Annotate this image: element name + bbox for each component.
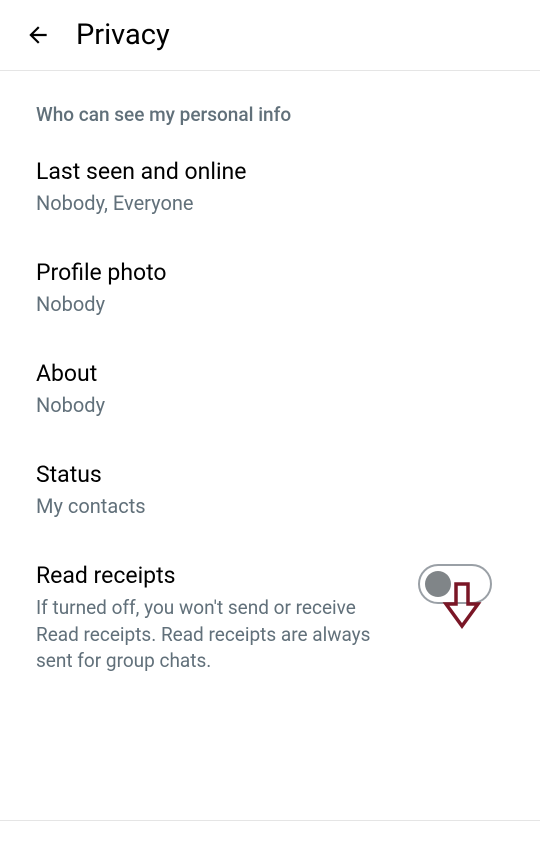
divider <box>0 820 540 821</box>
setting-title: Read receipts <box>36 562 418 589</box>
setting-description: If turned off, you won't send or receive… <box>36 595 376 675</box>
back-icon[interactable] <box>24 21 52 49</box>
setting-value: Nobody <box>36 292 504 316</box>
header: Privacy <box>0 0 540 70</box>
setting-last-seen[interactable]: Last seen and online Nobody, Everyone <box>36 158 504 215</box>
setting-status[interactable]: Status My contacts <box>36 461 504 518</box>
setting-value: Nobody, Everyone <box>36 191 504 215</box>
setting-title: About <box>36 360 504 387</box>
setting-profile-photo[interactable]: Profile photo Nobody <box>36 259 504 316</box>
setting-title: Status <box>36 461 504 488</box>
setting-title: Last seen and online <box>36 158 504 185</box>
setting-read-receipts: Read receipts If turned off, you won't s… <box>36 562 504 675</box>
content: Who can see my personal info Last seen a… <box>0 71 540 675</box>
read-receipts-toggle[interactable] <box>418 564 492 604</box>
toggle-thumb <box>425 571 451 597</box>
setting-title: Profile photo <box>36 259 504 286</box>
setting-value: Nobody <box>36 393 504 417</box>
toggle-left[interactable]: Read receipts If turned off, you won't s… <box>36 562 418 675</box>
page-title: Privacy <box>76 18 170 52</box>
setting-value: My contacts <box>36 494 504 518</box>
setting-about[interactable]: About Nobody <box>36 360 504 417</box>
section-header: Who can see my personal info <box>36 103 504 126</box>
